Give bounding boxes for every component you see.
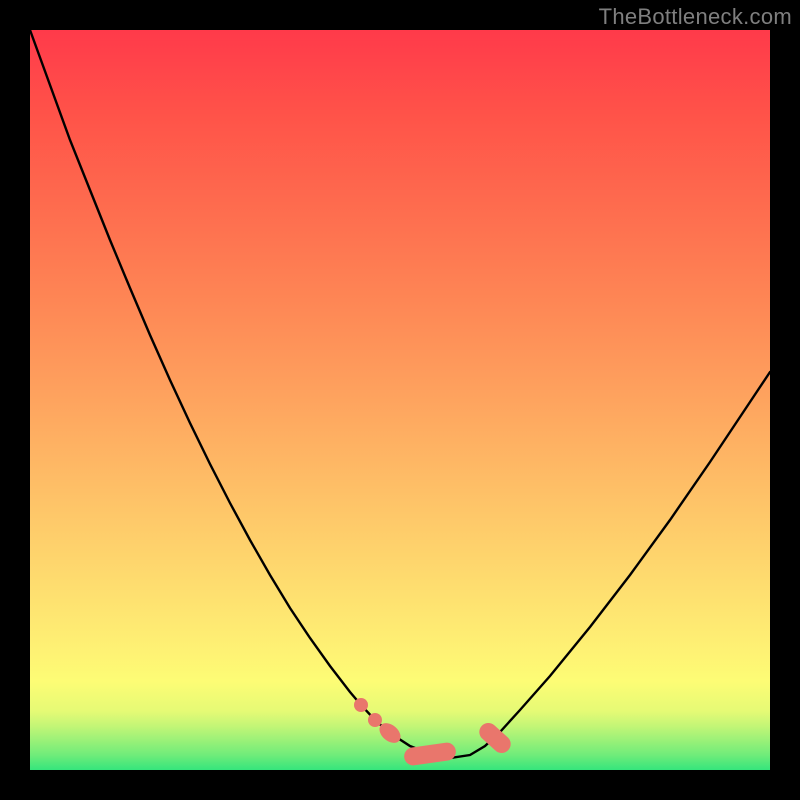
bottleneck-curve [30, 30, 770, 758]
data-marker [354, 698, 368, 712]
chart-svg [30, 30, 770, 770]
plot-area [30, 30, 770, 770]
data-marker [476, 719, 515, 756]
watermark-text: TheBottleneck.com [599, 4, 792, 30]
data-markers [354, 698, 514, 767]
chart-frame: TheBottleneck.com [0, 0, 800, 800]
data-marker [368, 713, 382, 727]
